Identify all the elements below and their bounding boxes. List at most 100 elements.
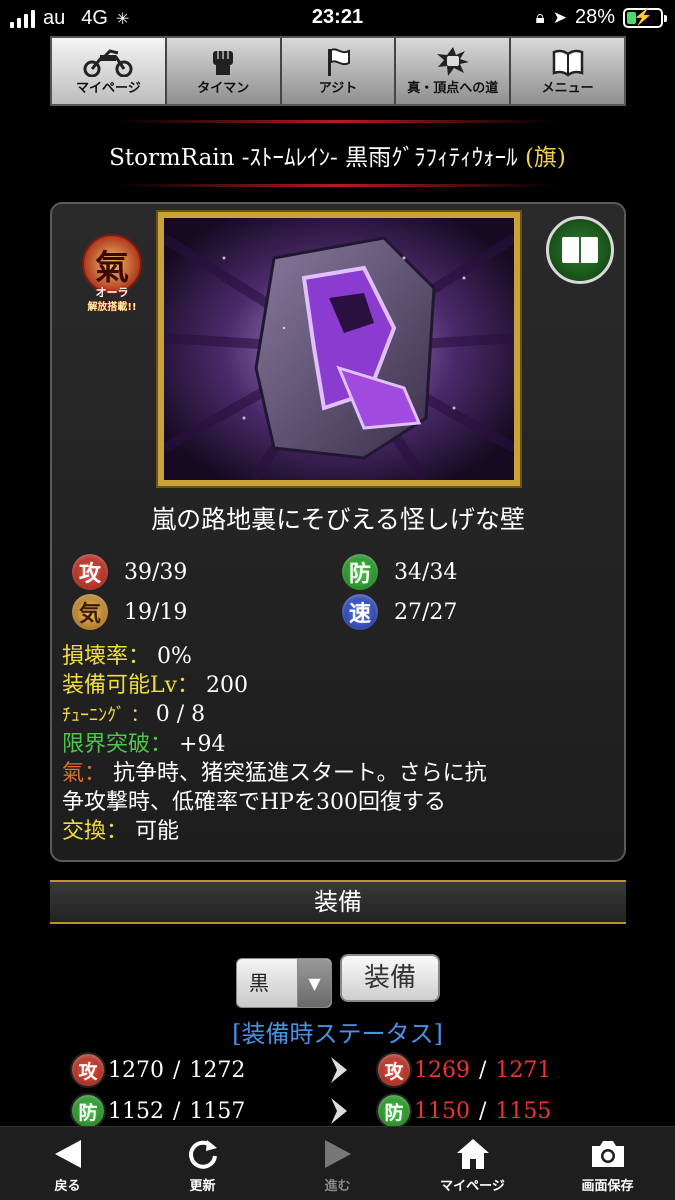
location-icon: ➤ [552,7,567,27]
chevron-down-icon: ▼ [297,959,331,1007]
tab-road-to-top[interactable]: 真・頂点への道 [396,38,512,104]
bottom-toolbar: 戻る 更新 進む マイページ 画面保存 [0,1126,675,1200]
save-screen-button[interactable]: 画面保存 [540,1127,675,1200]
tab-ajito[interactable]: アジト [282,38,397,104]
damage-rate-row: 損壊率： 0% [62,642,618,671]
top-nav: マイページ タイマン アジト 真・頂点への道 メニュー [50,36,626,106]
equip-section-header: 装備 [50,880,626,924]
tuning-label: ﾁｭｰﾆﾝｸﾞ ： [62,705,149,726]
forward-label: 進む [324,1179,351,1194]
separator: / [166,1098,188,1124]
separator: / [472,1057,494,1083]
defense-badge: 防 [376,1093,412,1129]
attack-badge: 攻 [70,1052,106,1088]
burst-fist-icon [436,47,469,76]
stat-attack: 攻 39/39 [70,552,187,592]
orientation-lock-icon: 🔒︎ [535,7,545,27]
current-defense: 防 1152 / 1157 [70,1093,245,1129]
new-attack: 攻 1269 / 1271 [376,1052,551,1088]
aura-row: 氣： 抗争時、猪突猛進スタート。さらに抗 [62,759,618,788]
divider [120,120,555,123]
camera-icon [591,1141,624,1167]
back-label: 戻る [54,1179,81,1194]
new-attack-a: 1269 [414,1057,470,1083]
damage-rate-value: 0% [157,644,192,669]
equip-level-label: 装備可能Lv： [62,673,200,698]
new-attack-b: 1271 [495,1057,552,1083]
equip-slot-select[interactable]: 黒 ▼ [236,958,332,1008]
tab-label: アジト [318,81,358,96]
item-title: StormRain -ｽﾄｰﾑﾚｲﾝ- 黒雨ｸﾞﾗﾌｨﾃｨｳｫｰﾙ (旗) [0,138,675,172]
encyclopedia-button[interactable] [546,216,614,284]
stat-value: 39/39 [124,559,188,585]
back-icon [54,1140,81,1168]
equip-button[interactable]: 装備 [340,954,440,1002]
battery-percent: 28% [574,6,615,28]
refresh-button[interactable]: 更新 [135,1127,270,1200]
mypage-button[interactable]: マイページ [405,1127,540,1200]
status-bar: au 4G ✳ 23:21 🔒︎ ➤ 28% ⚡ [0,0,675,36]
current-attack-a: 1270 [108,1057,164,1083]
aura-value-line2: 争攻撃時、低確率でHPを300回復する [62,790,446,815]
fist-icon [213,51,234,75]
forward-button[interactable]: 進む [270,1127,405,1200]
attack-badge: 攻 [70,552,110,592]
defense-badge: 防 [340,552,380,592]
tab-label: メニュー [541,81,594,96]
tuning-row: ﾁｭｰﾆﾝｸﾞ ： 0 / 8 [62,700,618,730]
item-artwork [156,210,522,488]
aura-label: 氣： [62,761,107,786]
back-button[interactable]: 戻る [0,1127,135,1200]
item-info: 損壊率： 0% 装備可能Lv： 200 ﾁｭｰﾆﾝｸﾞ ： 0 / 8 限界突破… [62,642,618,846]
tab-mypage[interactable]: マイページ [52,38,167,104]
home-icon [456,1139,489,1169]
item-detail-card: 氣 オーラ 解放搭載!! 嵐の路地裏にそびえる怪しげな壁 攻 39/39 防 3… [50,202,626,862]
book-icon [562,237,598,263]
item-description: 嵐の路地裏にそびえる怪しげな壁 [151,505,525,534]
equip-level-value: 200 [206,673,249,698]
tab-label: タイマン [197,81,250,96]
separator: / [166,1057,188,1083]
stat-value: 19/19 [124,599,188,625]
motorcycle-icon [83,49,133,77]
attack-badge: 攻 [376,1052,412,1088]
tuning-value: 0 / 8 [155,702,206,727]
speed-badge: 速 [340,592,380,632]
refresh-icon [188,1140,217,1169]
forward-icon [324,1140,351,1168]
item-name: StormRain -ｽﾄｰﾑﾚｲﾝ- 黒雨ｸﾞﾗﾌｨﾃｨｳｫｰﾙ [109,145,518,171]
current-attack-b: 1272 [189,1057,246,1083]
flag-icon [327,48,350,76]
stat-ki: 気 19/19 [70,592,187,632]
current-defense-a: 1152 [108,1098,164,1124]
current-defense-b: 1157 [189,1098,246,1124]
damage-rate-label: 損壊率： [62,644,151,669]
aura-badge: 氣 オーラ 解放搭載!! [78,230,146,316]
new-defense: 防 1150 / 1155 [376,1093,551,1129]
equip-slot-value: 黒 [249,971,269,995]
current-attack: 攻 1270 / 1272 [70,1052,245,1088]
ki-badge: 気 [70,592,110,632]
tab-taiman[interactable]: タイマン [167,38,282,104]
divider [120,184,555,187]
new-defense-a: 1150 [414,1098,470,1124]
equip-level-row: 装備可能Lv： 200 [62,671,618,700]
tab-label: マイページ [76,81,141,96]
defense-badge: 防 [70,1093,106,1129]
save-screen-label: 画面保存 [581,1179,634,1194]
tab-label: 真・頂点への道 [407,81,499,96]
tab-menu[interactable]: メニュー [511,38,624,104]
arrow-right-icon [331,1057,347,1083]
exchange-value: 可能 [135,819,180,844]
limit-break-value: +94 [179,732,226,757]
aura-badge-line2: 解放搭載!! [87,302,137,313]
book-icon [552,49,583,77]
exchange-label: 交換： [62,819,129,844]
stat-speed: 速 27/27 [340,592,457,632]
stat-value: 27/27 [394,599,458,625]
exchange-row: 交換： 可能 [62,817,618,846]
limit-break-label: 限界突破： [62,732,173,757]
base-stats: 攻 39/39 防 34/34 気 19/19 速 27/27 [68,550,608,640]
refresh-label: 更新 [189,1179,216,1194]
item-type: (旗) [524,145,566,171]
